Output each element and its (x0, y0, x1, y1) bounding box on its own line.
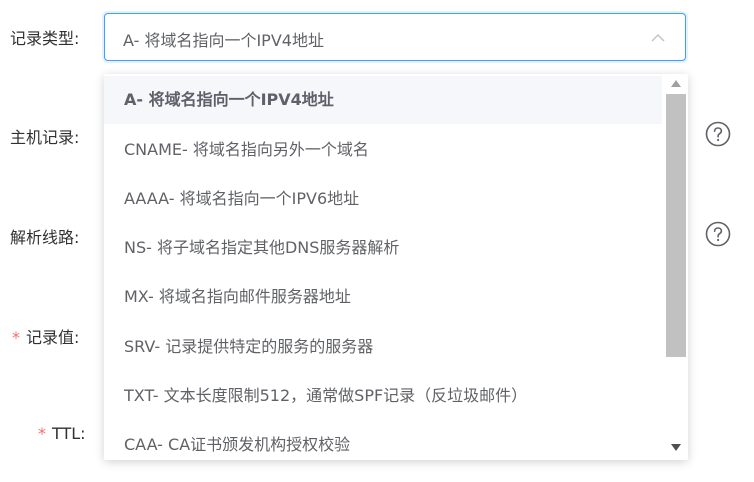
dropdown-option[interactable]: CNAME- 将域名指向另外一个域名 (104, 126, 662, 174)
dropdown-option[interactable]: TXT- 文本长度限制512，通常做SPF记录（反垃圾邮件） (104, 372, 662, 420)
dropdown-option[interactable]: CAA- CA证书颁发机构授权校验 (104, 421, 662, 460)
scroll-thumb[interactable] (666, 94, 686, 357)
resolve-line-label: 解析线路: (10, 228, 80, 247)
ttl-label: * TTL: (38, 424, 86, 443)
triangle-up-icon[interactable] (670, 79, 682, 89)
triangle-down-icon[interactable] (670, 442, 682, 452)
dropdown-option[interactable]: MX- 将域名指向邮件服务器地址 (104, 273, 662, 321)
dropdown-option[interactable]: A- 将域名指向一个IPV4地址 (104, 76, 662, 124)
record-type-dropdown: A- 将域名指向一个IPV4地址 CNAME- 将域名指向另外一个域名 AAAA… (104, 74, 688, 460)
record-value-label: * 记录值: (12, 324, 79, 348)
required-mark: * (38, 424, 46, 443)
question-circle-icon[interactable] (705, 121, 731, 147)
required-mark: * (12, 328, 20, 347)
record-value-label-text: 记录值: (26, 328, 80, 347)
dropdown-option[interactable]: SRV- 记录提供特定的服务的服务器 (104, 323, 662, 371)
chevron-up-icon (651, 33, 665, 42)
record-type-label: 记录类型: (10, 29, 80, 48)
dropdown-option[interactable]: AAAA- 将域名指向一个IPV6地址 (104, 175, 662, 223)
dropdown-scrollbar[interactable] (664, 74, 688, 460)
host-record-label: 主机记录: (10, 128, 80, 147)
ttl-label-text: TTL: (52, 424, 86, 443)
record-type-select[interactable]: A- 将域名指向一个IPV4地址 (104, 13, 686, 61)
record-type-select-value: A- 将域名指向一个IPV4地址 (123, 31, 324, 50)
dropdown-option[interactable]: NS- 将子域名指定其他DNS服务器解析 (104, 224, 662, 272)
question-circle-icon[interactable] (705, 221, 731, 247)
